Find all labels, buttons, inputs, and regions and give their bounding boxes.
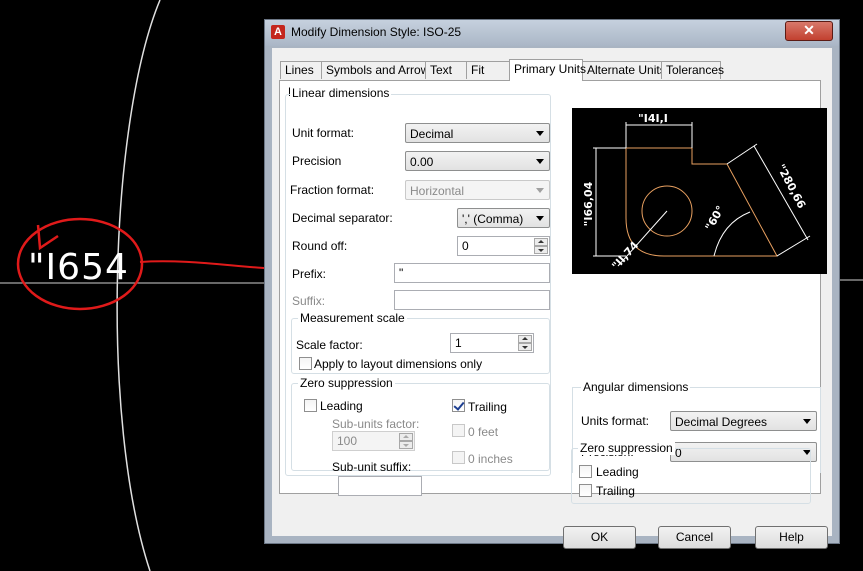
- fraction-format-label: Fraction format:: [290, 183, 375, 197]
- angular-units-format-select[interactable]: Decimal Degrees: [670, 411, 817, 431]
- sub-units-factor-value: 100: [337, 434, 358, 448]
- chevron-down-icon: [536, 131, 544, 136]
- spin-down-icon[interactable]: [518, 343, 532, 351]
- linear-dimensions-title: Linear dimensions: [290, 86, 392, 100]
- preview-drawing: "I4I,I "I66,04 "280,66 "60° "II,74: [582, 112, 811, 272]
- chevron-down-icon: [536, 159, 544, 164]
- round-off-label: Round off:: [292, 239, 348, 253]
- prefix-input[interactable]: ": [394, 263, 550, 283]
- tab-fit[interactable]: Fit: [466, 61, 510, 79]
- preview-dim-angle-text: "60°: [703, 204, 728, 233]
- tab-alternate-units[interactable]: Alternate Units: [582, 61, 666, 79]
- suffix-label: Suffix:: [292, 294, 326, 308]
- precision-select[interactable]: 0.00: [405, 151, 550, 171]
- decimal-separator-label: Decimal separator:: [292, 211, 393, 225]
- fraction-format-select[interactable]: Horizontal: [405, 180, 550, 200]
- unit-format-value: Decimal: [410, 127, 454, 141]
- angular-dimensions-title: Angular dimensions: [581, 380, 691, 394]
- drawing-dimension-text: "I654: [28, 247, 129, 288]
- angular-trailing-checkbox[interactable]: [579, 484, 592, 497]
- dialog-title: Modify Dimension Style: ISO-25: [291, 25, 462, 39]
- tab-tolerances[interactable]: Tolerances: [661, 61, 724, 79]
- angular-leading-checkbox[interactable]: [579, 465, 592, 478]
- angular-leading-label: Leading: [596, 465, 639, 479]
- tab-symbols-and-arrows[interactable]: Symbols and Arrows: [321, 61, 435, 79]
- round-off-value: 0: [462, 239, 469, 253]
- dialog-client-area: Lines Symbols and Arrows Text Fit Primar…: [272, 48, 832, 549]
- zero-feet-checkbox[interactable]: [452, 424, 465, 437]
- apply-layout-checkbox[interactable]: [299, 357, 312, 370]
- angular-units-format-value: Decimal Degrees: [675, 415, 768, 429]
- preview-ext-line: [776, 235, 811, 257]
- round-off-input[interactable]: 0: [457, 236, 550, 256]
- decimal-separator-select[interactable]: ',' (Comma): [457, 208, 550, 228]
- scale-factor-input[interactable]: 1: [450, 333, 534, 353]
- preview-dim-left-text: "I66,04: [582, 181, 595, 226]
- leading-checkbox[interactable]: [304, 399, 317, 412]
- preview-dim-top-text: "I4I,I: [638, 112, 668, 125]
- zero-suppression-title: Zero suppression: [298, 376, 395, 390]
- precision-label: Precision: [292, 154, 342, 168]
- sub-units-factor-input[interactable]: 100: [332, 431, 415, 451]
- measurement-scale-title: Measurement scale: [298, 311, 407, 325]
- spin-up-icon[interactable]: [534, 238, 548, 246]
- zero-inches-label: 0 inches: [468, 452, 513, 466]
- sub-units-spinner[interactable]: [399, 433, 413, 449]
- preview-dim-right-text: "280,66: [774, 162, 808, 211]
- sub-unit-suffix-label: Sub-unit suffix:: [332, 460, 412, 474]
- decimal-separator-value: ',' (Comma): [462, 212, 524, 226]
- zero-inches-checkbox[interactable]: [452, 451, 465, 464]
- scale-factor-label: Scale factor:: [296, 338, 363, 352]
- tab-primary-units[interactable]: Primary Units: [509, 59, 586, 81]
- leading-label: Leading: [320, 399, 363, 413]
- precision-value: 0.00: [410, 155, 434, 169]
- fraction-format-value: Horizontal: [410, 184, 465, 198]
- sub-unit-suffix-input[interactable]: [338, 476, 422, 496]
- spin-down-icon[interactable]: [534, 246, 548, 254]
- title-bar[interactable]: A Modify Dimension Style: ISO-25 ✕: [265, 20, 839, 46]
- apply-layout-label: Apply to layout dimensions only: [314, 357, 483, 371]
- suffix-input[interactable]: [394, 290, 550, 310]
- zero-feet-label: 0 feet: [468, 425, 499, 439]
- scale-factor-value: 1: [455, 336, 462, 350]
- angular-trailing-label: Trailing: [596, 484, 635, 498]
- primary-units-panel: Linear dimensions Linear dimensions Unit…: [279, 80, 827, 494]
- autocad-logo-icon: A: [271, 25, 285, 39]
- tab-text[interactable]: Text: [425, 61, 467, 79]
- unit-format-select[interactable]: Decimal: [405, 123, 550, 143]
- trailing-label: Trailing: [468, 400, 507, 414]
- chevron-down-icon: [803, 419, 811, 424]
- spin-down-icon[interactable]: [399, 441, 413, 449]
- angular-zero-suppression-group: Zero suppression Leading Trailing: [571, 441, 811, 504]
- angular-zero-suppression-title: Zero suppression: [578, 441, 675, 455]
- spin-up-icon[interactable]: [399, 433, 413, 441]
- prefix-value: ": [399, 266, 404, 280]
- angular-units-format-label: Units format:: [581, 414, 650, 428]
- modify-dimension-style-dialog: A Modify Dimension Style: ISO-25 ✕ Lines…: [264, 19, 840, 549]
- trailing-checkbox[interactable]: [452, 399, 465, 412]
- tab-lines[interactable]: Lines: [280, 61, 322, 79]
- spin-up-icon[interactable]: [518, 335, 532, 343]
- preview-pane: "I4I,I "I66,04 "280,66 "60° "II,74: [572, 108, 827, 274]
- sub-units-factor-label: Sub-units factor:: [332, 417, 420, 431]
- preview-ext-line: [726, 143, 758, 165]
- chevron-down-icon: [536, 216, 544, 221]
- round-off-spinner[interactable]: [534, 238, 548, 254]
- prefix-label: Prefix:: [292, 267, 327, 281]
- unit-format-label: Unit format:: [292, 126, 355, 140]
- close-button[interactable]: ✕: [785, 21, 833, 41]
- preview-part-outline: [625, 147, 778, 257]
- scale-factor-spinner[interactable]: [518, 335, 532, 351]
- chevron-down-icon: [536, 188, 544, 193]
